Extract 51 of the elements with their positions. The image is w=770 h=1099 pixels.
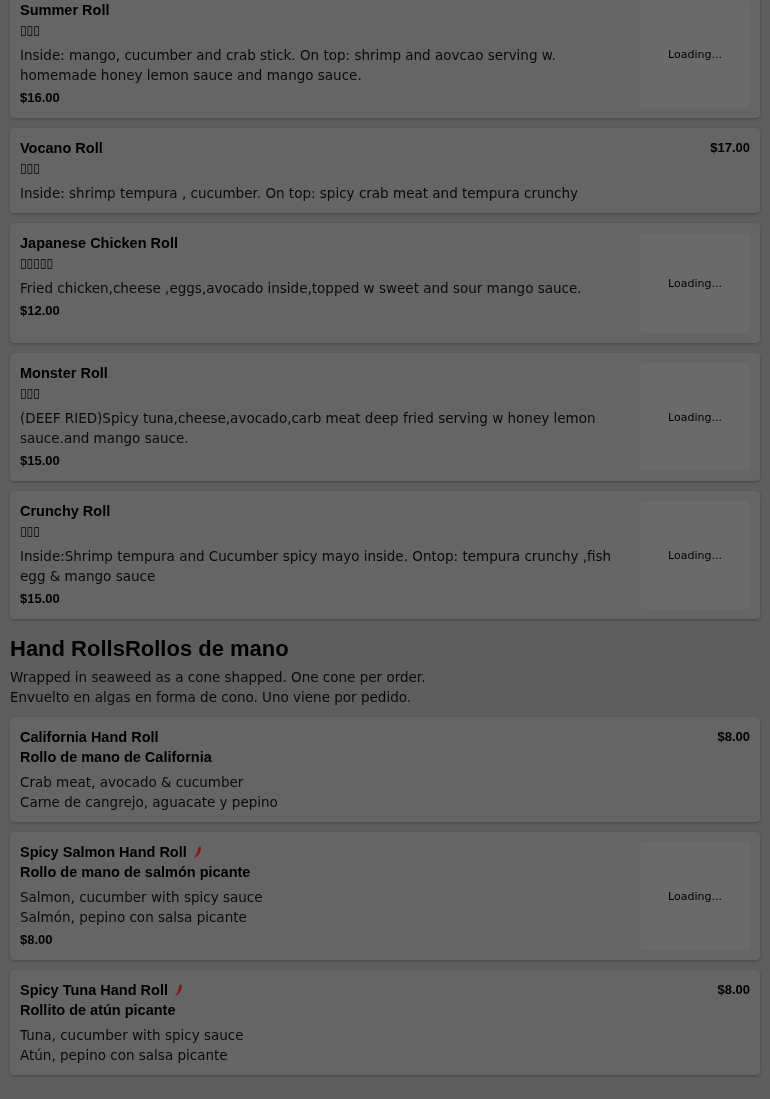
native-name: ▯▯▯ xyxy=(20,22,41,39)
native-name: ▯▯▯ xyxy=(20,523,41,540)
loading-text: Loading... xyxy=(668,548,722,562)
loading-text: Loading... xyxy=(668,410,722,424)
item-description: (DEEF RIED)Spicy tuna,cheese,avocado,carb meat deep fried serving w honey lemon sauce.and mango sauce. xyxy=(20,409,597,448)
item-price: $16.00 xyxy=(20,89,61,107)
section-description: Envuelto en algas en forma de cono. Uno viene por pedido. xyxy=(10,688,412,707)
item-price: $15.00 xyxy=(20,452,61,470)
item-price: $8.00 xyxy=(20,931,54,949)
item-price: $8.00 xyxy=(717,981,750,999)
menu-item-card[interactable]: Summer Roll ▯▯▯ Inside: mango, cucumber and crab stick. On top: shrimp and aovcao serving w. homemade honey lemon sauce and mango sauce. $16.00 Loading... xyxy=(10,0,760,118)
section-title: Hand RollsRollos de mano xyxy=(10,635,290,663)
loading-text: Loading... xyxy=(668,276,722,290)
item-name: California Hand Roll xyxy=(20,728,159,747)
menu-item-card[interactable]: Spicy Salmon Hand Roll Rollo de mano de salmón picante Salmon, cucumber with spicy sauce Salmón, pepino con salsa picante $8.00 Loading... xyxy=(10,832,760,960)
item-price: $12.00 xyxy=(20,302,61,320)
menu-item-card[interactable]: Spicy Tuna Hand Roll Rollito de atún picante $8.00 Tuna, cucumber with spicy sauce Atún, pepino con salsa picante xyxy=(10,970,760,1075)
item-price: $15.00 xyxy=(20,590,61,608)
menu-item-card[interactable]: Japanese Chicken Roll ▯▯▯▯▯ Fried chicken,cheese ,eggs,avocado inside,topped w sweet and sour mango sauce. $12.00 Loading... xyxy=(10,223,760,343)
item-description: Tuna, cucumber with spicy sauce xyxy=(20,1026,245,1045)
item-description: Atún, pepino con salsa picante xyxy=(20,1046,229,1065)
item-name: Crunchy Roll xyxy=(20,502,111,521)
item-name: Spicy Salmon Hand Roll xyxy=(20,843,187,862)
item-name: Spicy Tuna Hand Roll xyxy=(20,981,168,1000)
item-description: Salmón, pepino con salsa picante xyxy=(20,908,248,927)
loading-text: Loading... xyxy=(668,889,722,903)
item-name: Monster Roll xyxy=(20,364,108,383)
item-name: Rollo de mano de salmón picante xyxy=(20,863,251,882)
item-description: Crab meat, avocado & cucumber xyxy=(20,773,245,792)
native-name: ▯▯▯ xyxy=(20,160,41,177)
item-description: Inside:Shrimp tempura and Cucumber spicy mayo inside. Ontop: tempura crunchy ,fish egg & mango sauce xyxy=(20,547,613,586)
menu-item-card[interactable]: Crunchy Roll ▯▯▯ Inside:Shrimp tempura and Cucumber spicy mayo inside. Ontop: tempura crunchy ,fish egg & mango sauce $15.00 Loading... xyxy=(10,491,760,619)
item-price: $8.00 xyxy=(717,728,750,746)
item-name: Japanese Chicken Roll xyxy=(20,234,178,253)
item-name: Rollo de mano de California xyxy=(20,748,212,767)
section-description: Wrapped in seaweed as a cone shapped. One cone per order. xyxy=(10,668,427,687)
item-price: $17.00 xyxy=(710,139,750,157)
item-description: Fried chicken,cheese ,eggs,avocado inside,topped w sweet and sour mango sauce. xyxy=(20,279,583,298)
menu-item-card[interactable]: Monster Roll ▯▯▯ (DEEF RIED)Spicy tuna,cheese,avocado,carb meat deep fried serving w honey lemon sauce.and mango sauce. $15.00 Loading... xyxy=(10,353,760,481)
item-name: Summer Roll xyxy=(20,1,110,20)
item-description: Inside: mango, cucumber and crab stick. On top: shrimp and aovcao serving w. homemade honey lemon sauce and mango sauce. xyxy=(20,46,557,85)
menu-item-card[interactable]: Vocano Roll ▯▯▯ $17.00 Inside: shrimp tempura , cucumber. On top: spicy crab meat and tempura crunchy xyxy=(10,128,760,213)
item-name: Vocano Roll xyxy=(20,139,103,158)
item-description: Salmon, cucumber with spicy sauce xyxy=(20,888,264,907)
item-description: Carne de cangrejo, aguacate y pepino xyxy=(20,793,279,812)
item-description: Inside: shrimp tempura , cucumber. On top: spicy crab meat and tempura crunchy xyxy=(20,184,580,203)
loading-text: Loading... xyxy=(668,47,722,61)
item-name: Rollito de atún picante xyxy=(20,1001,176,1020)
native-name: ▯▯▯ xyxy=(20,385,41,402)
menu-item-card[interactable]: California Hand Roll Rollo de mano de California $8.00 Crab meat, avocado & cucumber Carne de cangrejo, aguacate y pepino xyxy=(10,717,760,822)
native-name: ▯▯▯▯▯ xyxy=(20,255,55,272)
